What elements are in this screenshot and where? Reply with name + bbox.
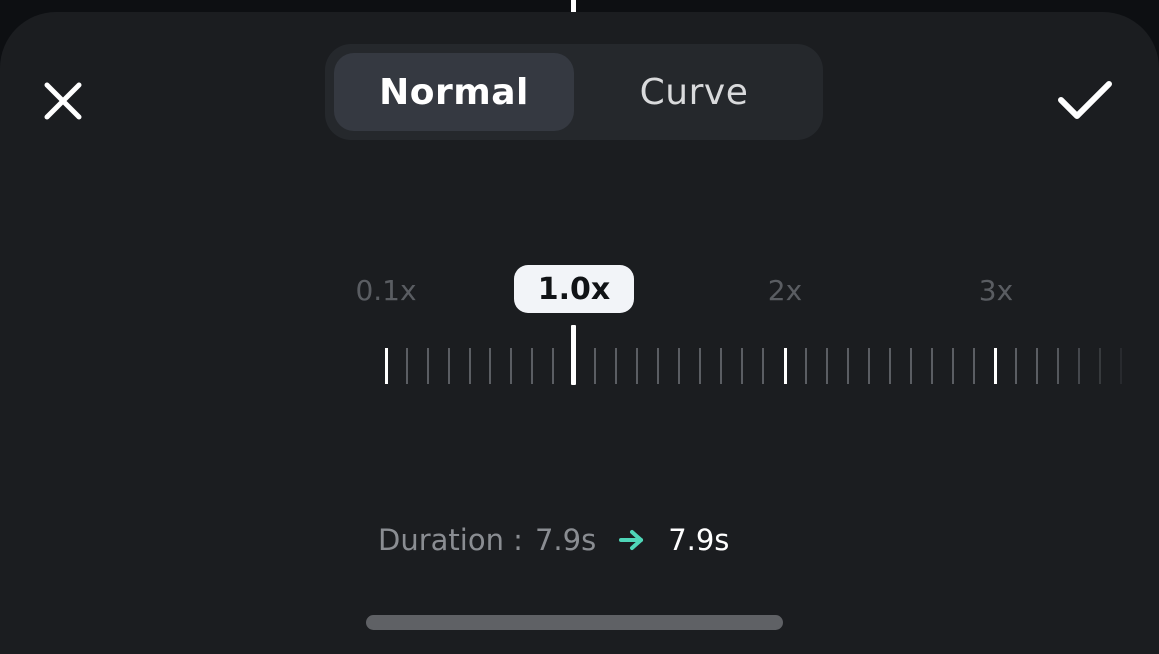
speed-mark-label: 2x (767, 273, 803, 307)
home-indicator (366, 615, 783, 630)
duration-new: 7.9s (668, 523, 730, 557)
confirm-button[interactable] (1052, 72, 1118, 128)
checkmark-icon (1058, 81, 1112, 119)
duration-original: 7.9s (534, 523, 597, 557)
duration-label: Duration : (378, 523, 523, 557)
current-speed-badge: 1.0x (514, 265, 634, 313)
top-position-marker (571, 0, 576, 12)
speed-panel: Normal Curve 0.1x 1.0x 2x 3x Duration : … (0, 12, 1159, 654)
tab-curve[interactable]: Curve (574, 53, 814, 131)
speed-mark-label: 3x (978, 273, 1014, 307)
speed-ruler-slider[interactable] (370, 332, 1130, 402)
tab-normal[interactable]: Normal (334, 53, 574, 131)
close-icon (44, 82, 82, 120)
close-button[interactable] (36, 74, 90, 128)
speed-mark-label: 0.1x (355, 273, 417, 307)
arrow-right-icon (618, 528, 646, 552)
speed-mode-toggle: Normal Curve (325, 44, 823, 140)
duration-info: Duration : 7.9s 7.9s (378, 518, 729, 562)
